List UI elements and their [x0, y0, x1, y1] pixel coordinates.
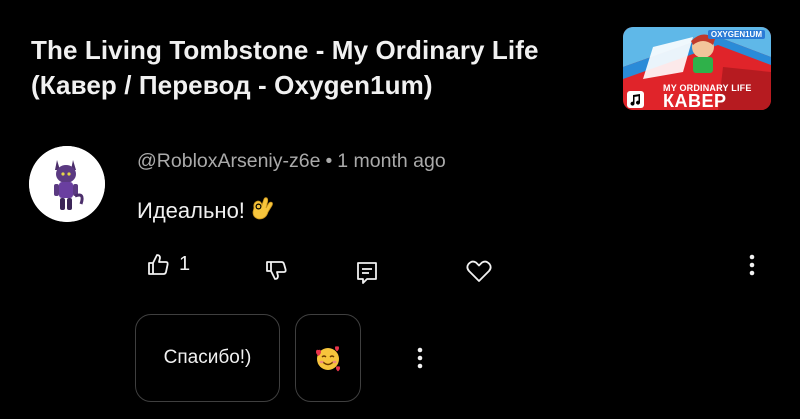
thumbs-up-icon: [148, 254, 169, 275]
music-note-icon: [627, 91, 644, 108]
video-title[interactable]: The Living Tombstone - My Ordinary Life …: [31, 33, 611, 103]
heart-button[interactable]: [465, 258, 493, 284]
comment-more-button[interactable]: [744, 253, 760, 279]
suggested-reply-thanks-chip[interactable]: Спасибо!): [135, 314, 280, 402]
ok-hand-emoji: [252, 197, 273, 220]
like-count: 1: [179, 253, 191, 275]
reply-icon: [357, 262, 377, 284]
like-button[interactable]: 1: [146, 252, 190, 277]
comment-detail-screen: The Living Tombstone - My Ordinary Life …: [0, 0, 800, 419]
comment-meta: @RobloxArseniy-z6e • 1 month ago: [137, 150, 446, 173]
avatar-character-image: [29, 146, 105, 222]
comment-time: 1 month ago: [337, 150, 446, 172]
reply-button[interactable]: [355, 260, 379, 286]
comment-author[interactable]: @RobloxArseniy-z6e: [137, 150, 320, 172]
thumbnail-brand-label: OXYGEN1UM: [707, 30, 765, 39]
comment-text: Идеально!: [137, 198, 245, 223]
avatar[interactable]: [29, 146, 105, 222]
thumbs-down-icon: [266, 261, 287, 280]
dislike-button[interactable]: [264, 258, 289, 283]
suggested-reply-emoji-chip[interactable]: [295, 314, 361, 402]
video-thumbnail[interactable]: OXYGEN1UM MY ORDINARY LIFE КАВЕР: [623, 27, 771, 110]
suggested-replies-more-button[interactable]: [412, 346, 428, 372]
meta-separator: •: [325, 150, 333, 172]
more-vertical-icon: [417, 347, 423, 369]
comment-body: Идеально!: [137, 194, 277, 224]
heart-icon: [466, 260, 492, 282]
more-vertical-icon: [749, 254, 755, 276]
suggested-reply-text: Спасибо!): [163, 347, 252, 368]
thumbnail-main-text: КАВЕР: [663, 91, 727, 110]
video-title-line-2: (Кавер / Перевод - Oxygen1um): [31, 70, 433, 100]
smiling-face-with-hearts-emoji: [316, 346, 340, 372]
video-title-line-1: The Living Tombstone - My Ordinary Life: [31, 35, 539, 65]
